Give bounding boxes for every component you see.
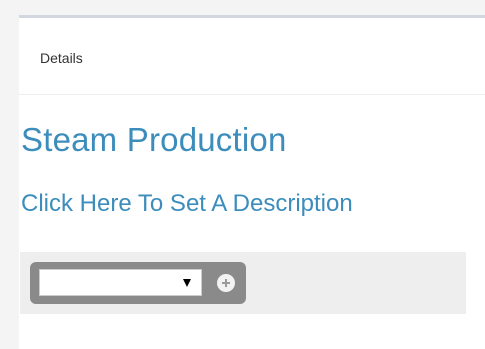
add-button[interactable] <box>217 274 235 292</box>
toolbar <box>20 252 466 314</box>
panel-header-title: Details <box>40 50 83 66</box>
select-group <box>30 262 246 304</box>
panel-header: Details <box>19 18 485 95</box>
plus-circle-icon <box>222 279 230 287</box>
entity-title: Steam Production <box>21 121 287 158</box>
page: Details Steam Production Click Here To S… <box>0 0 485 349</box>
item-select[interactable] <box>39 269 202 296</box>
dropdown-arrow-icon <box>183 279 191 287</box>
set-description-link[interactable]: Click Here To Set A Description <box>21 192 353 216</box>
